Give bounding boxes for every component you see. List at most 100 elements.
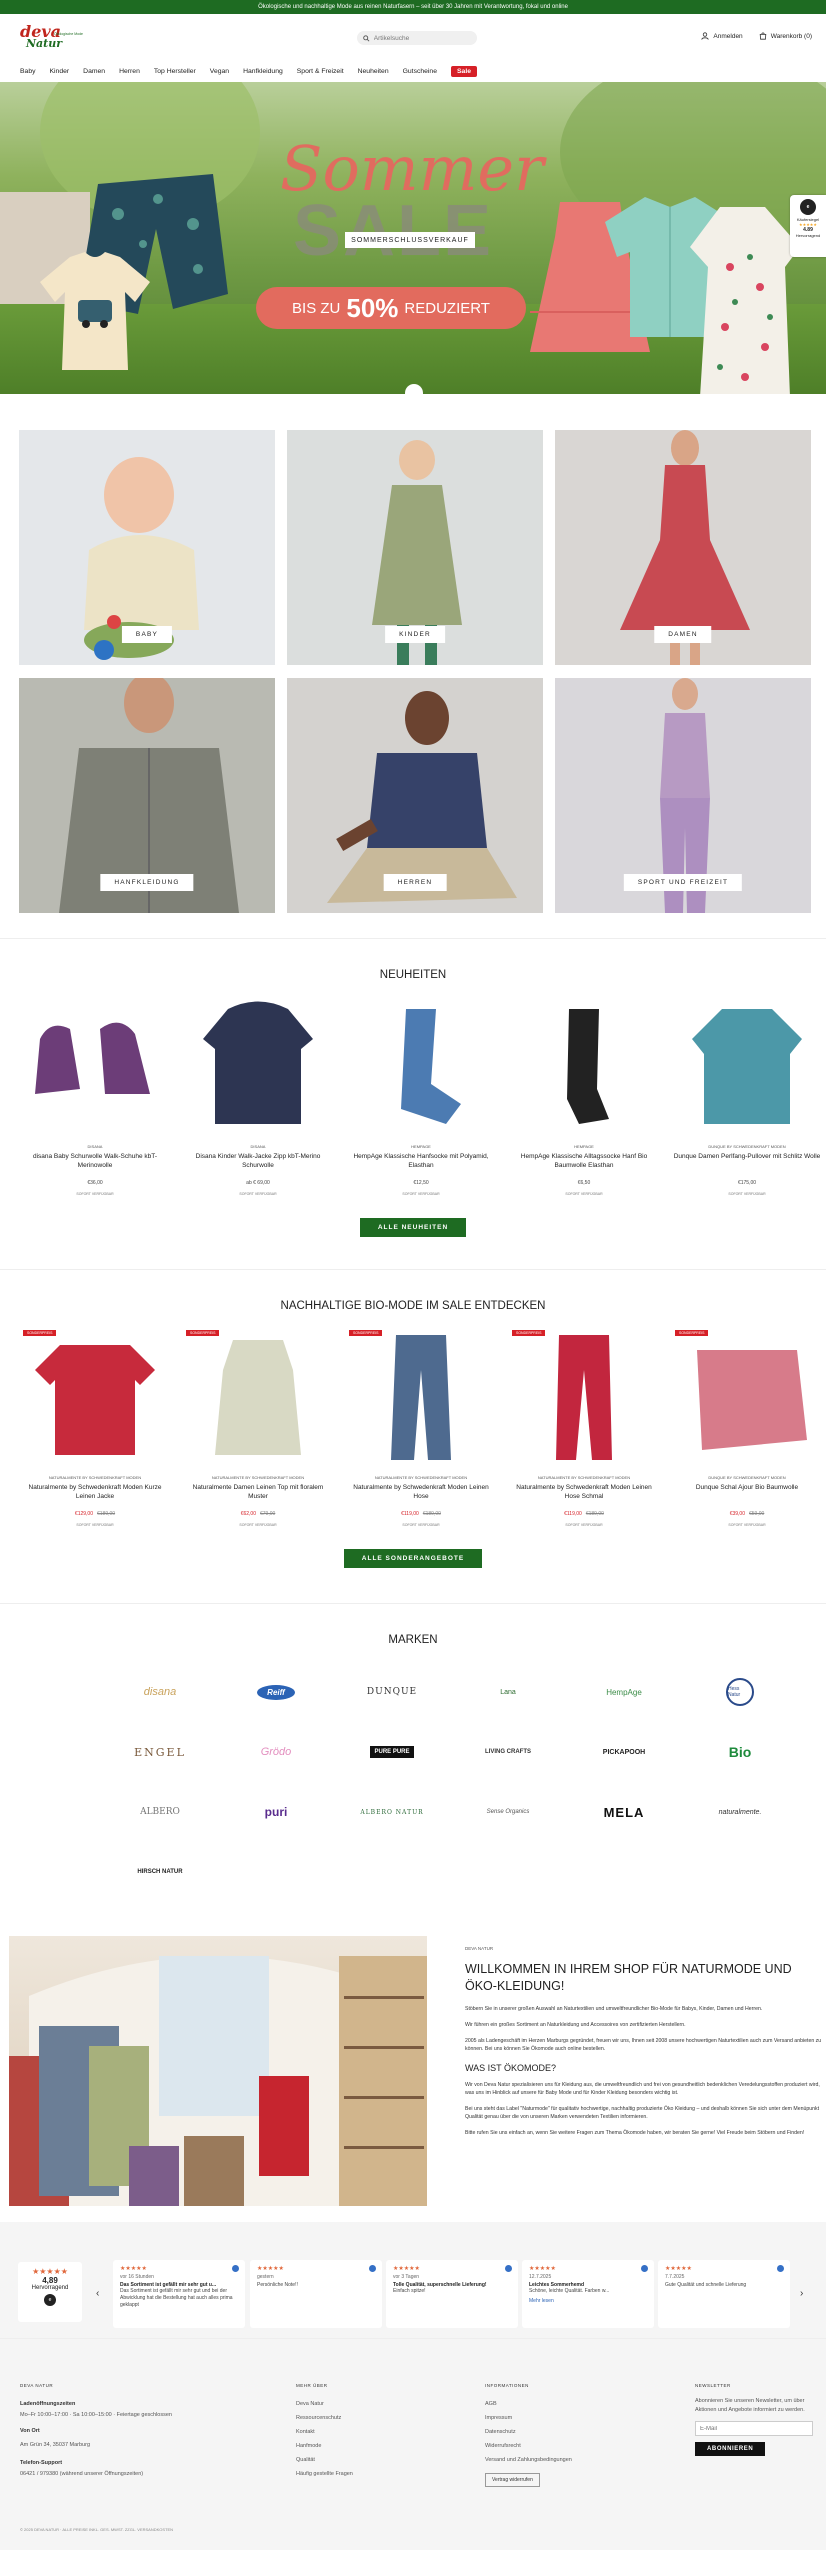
product-card[interactable]: HempAge HempAge Klassische Hanfsocke mit … bbox=[346, 999, 496, 1196]
all-new-button[interactable]: ALLE NEUHEITEN bbox=[359, 1218, 467, 1237]
brand-logo[interactable]: disana bbox=[110, 1676, 210, 1708]
product-name[interactable]: Naturalmente by Schwedenkraft Moden Lein… bbox=[509, 1483, 659, 1503]
brand-logo[interactable]: ALBERO bbox=[110, 1796, 210, 1828]
brand-logo[interactable]: Lana bbox=[458, 1676, 558, 1708]
product-card[interactable]: disana disana Baby Schurwolle Walk-Schuhe… bbox=[20, 999, 170, 1196]
footer-link[interactable]: Deva Natur bbox=[296, 2397, 353, 2411]
brand-logo[interactable]: HempAge bbox=[574, 1676, 674, 1708]
category-tile-baby[interactable]: BABY bbox=[19, 430, 275, 665]
product-card[interactable]: SONDERPREIS Dunque by Schwedenkraft Moden… bbox=[672, 1330, 822, 1527]
brand-logo[interactable]: Bio bbox=[690, 1736, 790, 1768]
newsletter-email-input[interactable] bbox=[695, 2421, 813, 2436]
category-tile-sport-freizeit[interactable]: SPORT UND FREIZEIT bbox=[555, 678, 811, 913]
search-input[interactable] bbox=[373, 34, 471, 42]
nav-item-baby[interactable]: Baby bbox=[20, 68, 36, 75]
product-card[interactable]: disana Disana Kinder Walk-Jacke Zipp kbT-… bbox=[183, 999, 333, 1196]
nav-item-sport-freizeit[interactable]: Sport & Freizeit bbox=[297, 68, 344, 75]
product-image[interactable] bbox=[183, 999, 333, 1134]
footer-link[interactable]: Qualität bbox=[296, 2453, 353, 2467]
product-card[interactable]: SONDERPREIS Naturalmente by Schwedenkraft… bbox=[346, 1330, 496, 1527]
brand-logo[interactable]: Grödo bbox=[226, 1736, 326, 1768]
footer-link[interactable]: Ressourcenschutz bbox=[296, 2411, 353, 2425]
nav-item-hanfkleidung[interactable]: Hanfkleidung bbox=[243, 68, 283, 75]
newsletter-subscribe-button[interactable]: ABONNIEREN bbox=[695, 2442, 766, 2456]
footer-link[interactable]: Widerrufsrecht bbox=[485, 2439, 575, 2453]
category-label: KINDER bbox=[385, 626, 445, 643]
product-name[interactable]: disana Baby Schurwolle Walk-Schuhe kbT-M… bbox=[20, 1152, 170, 1172]
nav-item-top-hersteller[interactable]: Top Hersteller bbox=[154, 68, 196, 75]
site-logo[interactable]: deva Ökologische Mode Natur bbox=[20, 22, 90, 52]
product-card[interactable]: HempAge HempAge Klassische Alltagssocke H… bbox=[509, 999, 659, 1196]
product-name[interactable]: Naturalmente Damen Leinen Top mit floral… bbox=[183, 1483, 333, 1503]
reviews-prev-arrow-icon[interactable]: ‹ bbox=[96, 2288, 99, 2299]
cart-link[interactable]: Warenkorb (0) bbox=[759, 32, 812, 40]
product-image[interactable] bbox=[20, 1330, 170, 1465]
product-image[interactable] bbox=[672, 999, 822, 1134]
hero-banner[interactable]: Sommer SALE SOMMERSCHLUSSVERKAUF BIS ZU … bbox=[0, 82, 826, 394]
product-name[interactable]: Disana Kinder Walk-Jacke Zipp kbT-Merino… bbox=[183, 1152, 333, 1172]
footer-link[interactable]: Kontakt bbox=[296, 2425, 353, 2439]
brand-logo[interactable]: Hess Natur bbox=[690, 1676, 790, 1708]
review-card[interactable]: ★★★★★ gestern Persönliche Note!! bbox=[250, 2260, 382, 2328]
category-tile-damen[interactable]: DAMEN bbox=[555, 430, 811, 665]
brand-logo[interactable]: Sense Organics bbox=[458, 1796, 558, 1828]
login-link[interactable]: Anmelden bbox=[701, 32, 743, 40]
product-image[interactable] bbox=[672, 1330, 822, 1465]
product-name[interactable]: HempAge Klassische Alltagssocke Hanf Bio… bbox=[509, 1152, 659, 1172]
product-name[interactable]: Dunque Damen Perlfang-Pullover mit Schli… bbox=[672, 1152, 822, 1172]
brand-logo[interactable]: LIVING CRAFTS bbox=[458, 1736, 558, 1768]
stock-status: SOFORT VERFÜGBAR bbox=[728, 1192, 766, 1196]
product-name[interactable]: Naturalmente by Schwedenkraft Moden Lein… bbox=[346, 1483, 496, 1503]
category-tile-herren[interactable]: HERREN bbox=[287, 678, 543, 913]
product-card[interactable]: SONDERPREIS Naturalmente by Schwedenkraft… bbox=[509, 1330, 659, 1527]
brand-logo[interactable]: puri bbox=[226, 1796, 326, 1828]
product-image[interactable] bbox=[346, 999, 496, 1134]
rating-summary[interactable]: ★★★★★ 4,89 Hervorragend e bbox=[18, 2262, 82, 2322]
product-image[interactable] bbox=[20, 999, 170, 1134]
category-tile-kinder[interactable]: KINDER bbox=[287, 430, 543, 665]
footer-link[interactable]: AGB bbox=[485, 2397, 575, 2411]
review-card[interactable]: ★★★★★ vor 16 Stunden Das Sortiment ist gef… bbox=[113, 2260, 245, 2328]
all-offers-button[interactable]: ALLE SONDERANGEBOTE bbox=[343, 1549, 483, 1568]
product-card[interactable]: Dunque by Schwedenkraft Moden Dunque Dame… bbox=[672, 999, 822, 1196]
brand-logo[interactable]: PURE PURE bbox=[342, 1736, 442, 1768]
product-card[interactable]: SONDERPREIS Naturalmente by Schwedenkraft… bbox=[20, 1330, 170, 1527]
review-card[interactable]: ★★★★★ vor 3 Tagen Tolle Qualität, supersch… bbox=[386, 2260, 518, 2328]
product-card[interactable]: SONDERPREIS Naturalmente by Schwedenkraft… bbox=[183, 1330, 333, 1527]
product-image[interactable] bbox=[346, 1330, 496, 1465]
brand-logo[interactable]: PICKAPOOH bbox=[574, 1736, 674, 1768]
review-read-more[interactable]: Mehr lesen bbox=[529, 2298, 647, 2304]
brand-logo[interactable]: naturalmente. bbox=[690, 1796, 790, 1828]
footer-link[interactable]: Hanfmode bbox=[296, 2439, 353, 2453]
nav-item-sale[interactable]: Sale bbox=[451, 65, 477, 77]
product-name[interactable]: HempAge Klassische Hanfsocke mit Polyami… bbox=[346, 1152, 496, 1172]
brand-logo[interactable]: MELA bbox=[574, 1796, 674, 1828]
footer-link[interactable]: Versand und Zahlungsbedingungen bbox=[485, 2453, 575, 2467]
brand-logo[interactable]: ALBERO NATUR bbox=[342, 1796, 442, 1828]
product-image[interactable] bbox=[509, 1330, 659, 1465]
nav-item-vegan[interactable]: Vegan bbox=[210, 68, 229, 75]
footer-link[interactable]: Impressum bbox=[485, 2411, 575, 2425]
footer-link[interactable]: Datenschutz bbox=[485, 2425, 575, 2439]
brand-logo[interactable]: DUNQUE bbox=[342, 1676, 442, 1708]
search-box[interactable] bbox=[357, 31, 477, 45]
product-name[interactable]: Naturalmente by Schwedenkraft Moden Kurz… bbox=[20, 1483, 170, 1503]
brand-logo[interactable]: HIRSCH NATUR bbox=[110, 1856, 210, 1888]
review-card[interactable]: ★★★★★ 7.7.2025 Gute Qualität und schnelle … bbox=[658, 2260, 790, 2328]
product-image[interactable] bbox=[509, 999, 659, 1134]
revoke-contract-button[interactable]: Vertrag widerrufen bbox=[485, 2473, 540, 2487]
product-name[interactable]: Dunque Schal Ajour Bio Baumwolle bbox=[672, 1483, 822, 1503]
brand-logo[interactable]: ENGEL bbox=[110, 1736, 210, 1768]
nav-item-gutscheine[interactable]: Gutscheine bbox=[403, 68, 437, 75]
reviews-next-arrow-icon[interactable]: › bbox=[800, 2288, 803, 2299]
review-card[interactable]: ★★★★★ 12.7.2025 Leichtes Sommerhemd Schöne,… bbox=[522, 2260, 654, 2328]
product-image[interactable] bbox=[183, 1330, 333, 1465]
brand-logo[interactable]: Reiff bbox=[226, 1676, 326, 1708]
category-tile-hanfkleidung[interactable]: HANFKLEIDUNG bbox=[19, 678, 275, 913]
nav-item-damen[interactable]: Damen bbox=[83, 68, 105, 75]
nav-item-kinder[interactable]: Kinder bbox=[50, 68, 70, 75]
nav-item-neuheiten[interactable]: Neuheiten bbox=[358, 68, 389, 75]
nav-item-herren[interactable]: Herren bbox=[119, 68, 140, 75]
footer-link[interactable]: Häufig gestellte Fragen bbox=[296, 2467, 353, 2481]
trusted-shops-badge[interactable]: e Käufersiegel ★★★★★ 4.89 Hervorragend bbox=[790, 195, 826, 257]
